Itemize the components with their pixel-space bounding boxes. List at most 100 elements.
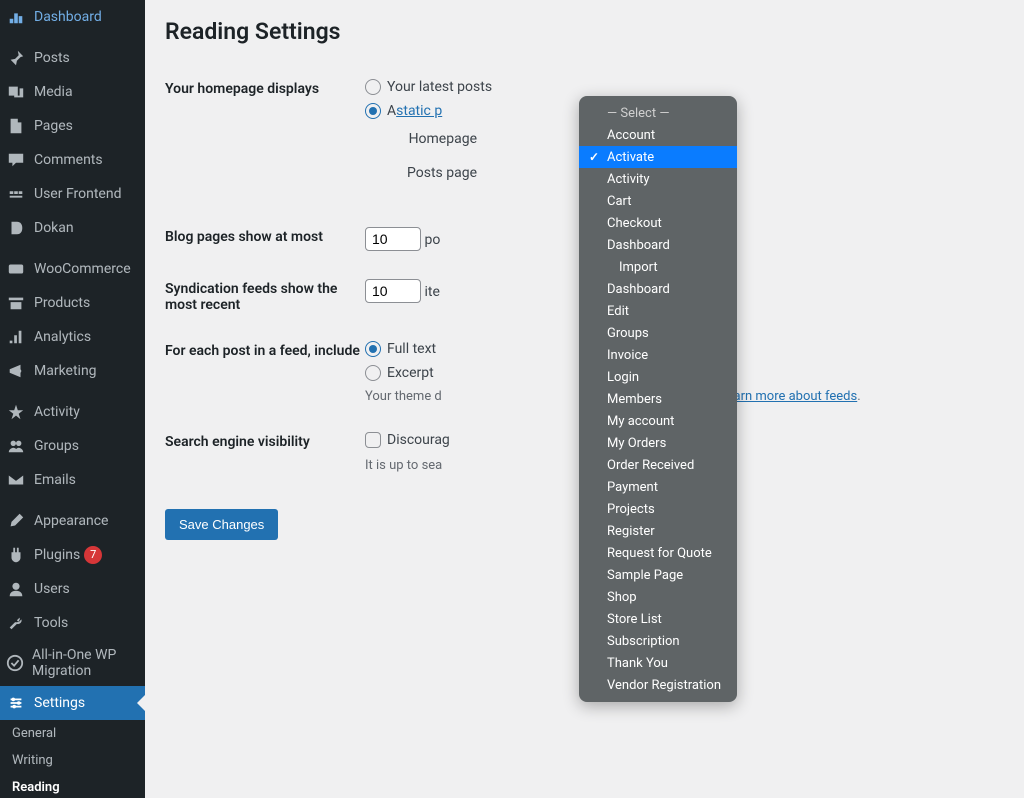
- frontend-icon: [6, 184, 26, 204]
- search-check-prefix: Discourag: [387, 432, 450, 448]
- sidebar-item-tools[interactable]: Tools: [0, 606, 145, 640]
- radio-latest-posts[interactable]: [365, 79, 381, 95]
- syndication-input[interactable]: [365, 279, 421, 303]
- sidebar-item-label: WooCommerce: [34, 261, 131, 277]
- dropdown-option[interactable]: Login: [579, 366, 737, 388]
- dropdown-option[interactable]: Invoice: [579, 344, 737, 366]
- dropdown-option[interactable]: Subscription: [579, 630, 737, 652]
- dropdown-option[interactable]: Shop: [579, 586, 737, 608]
- pin-icon: [6, 48, 26, 68]
- sidebar-item-posts[interactable]: Posts: [0, 41, 145, 75]
- dropdown-option[interactable]: Activate: [579, 146, 737, 168]
- sidebar-item-dashboard[interactable]: Dashboard: [0, 0, 145, 34]
- sidebar-item-label: Dashboard: [34, 9, 102, 25]
- sidebar-item-label: Comments: [34, 152, 103, 168]
- feed-desc-prefix: Your theme d: [365, 389, 442, 404]
- sidebar-item-label: Emails: [34, 472, 76, 488]
- sidebar-item-groups[interactable]: Groups: [0, 429, 145, 463]
- analytics-icon: [6, 327, 26, 347]
- sidebar-item-label: Settings: [34, 695, 85, 711]
- page-select-dropdown[interactable]: — Select —AccountActivateActivityCartChe…: [579, 96, 737, 702]
- radio-excerpt[interactable]: [365, 365, 381, 381]
- dropdown-option[interactable]: My Orders: [579, 432, 737, 454]
- dropdown-option[interactable]: My account: [579, 410, 737, 432]
- save-button[interactable]: Save Changes: [165, 509, 278, 540]
- radio-full-text[interactable]: [365, 341, 381, 357]
- postspage-select-label: Posts page: [387, 165, 477, 181]
- comments-icon: [6, 150, 26, 170]
- syndication-suffix: ite: [424, 284, 439, 300]
- sidebar-item-label: Media: [34, 84, 73, 100]
- appearance-icon: [6, 511, 26, 531]
- sidebar-item-analytics[interactable]: Analytics: [0, 320, 145, 354]
- sidebar-item-label: Tools: [34, 615, 68, 631]
- dropdown-option[interactable]: Projects: [579, 498, 737, 520]
- sidebar-item-products[interactable]: Products: [0, 286, 145, 320]
- dropdown-option[interactable]: Sample Page: [579, 564, 737, 586]
- radio-static-page[interactable]: [365, 103, 381, 119]
- blog-pages-suffix: po: [424, 232, 440, 248]
- sidebar-item-plugins[interactable]: Plugins 7: [0, 538, 145, 572]
- dropdown-option[interactable]: Import: [579, 256, 737, 278]
- dropdown-option[interactable]: Register: [579, 520, 737, 542]
- dropdown-option[interactable]: Dashboard: [579, 278, 737, 300]
- groups-icon: [6, 436, 26, 456]
- search-desc-prefix: It is up to sea: [365, 458, 442, 473]
- blog-pages-label: Blog pages show at most: [165, 227, 365, 245]
- dropdown-option[interactable]: Account: [579, 124, 737, 146]
- radio-static-prefix: A: [387, 103, 396, 119]
- page-title: Reading Settings: [165, 0, 1004, 45]
- main-content: Reading Settings Your homepage displays …: [145, 0, 1024, 798]
- sidebar-item-emails[interactable]: Emails: [0, 463, 145, 497]
- dropdown-option[interactable]: Vendor Registration: [579, 674, 737, 696]
- sidebar-item-media[interactable]: Media: [0, 75, 145, 109]
- sidebar-item-userfrontend[interactable]: User Frontend: [0, 177, 145, 211]
- sidebar-item-label: Analytics: [34, 329, 91, 345]
- dropdown-option[interactable]: Dashboard: [579, 234, 737, 256]
- sidebar-item-activity[interactable]: Activity: [0, 395, 145, 429]
- sidebar-item-pages[interactable]: Pages: [0, 109, 145, 143]
- settings-icon: [6, 693, 26, 713]
- sidebar-item-migration[interactable]: All-in-One WP Migration: [0, 640, 145, 686]
- dropdown-option[interactable]: Cart: [579, 190, 737, 212]
- products-icon: [6, 293, 26, 313]
- dropdown-option[interactable]: Payment: [579, 476, 737, 498]
- migration-icon: [6, 653, 24, 673]
- sidebar-item-label: All-in-One WP Migration: [32, 647, 145, 679]
- sidebar-item-label: Groups: [34, 438, 79, 454]
- dropdown-option[interactable]: Activity: [579, 168, 737, 190]
- sidebar-item-label: Pages: [34, 118, 73, 134]
- blog-pages-input[interactable]: [365, 227, 421, 251]
- search-visibility-checkbox[interactable]: [365, 432, 381, 448]
- dropdown-option[interactable]: Edit: [579, 300, 737, 322]
- emails-icon: [6, 470, 26, 490]
- dropdown-option[interactable]: — Select —: [579, 102, 737, 124]
- sidebar-item-marketing[interactable]: Marketing: [0, 354, 145, 388]
- learn-feeds-link[interactable]: Learn more about feeds: [720, 389, 858, 404]
- dropdown-option[interactable]: Checkout: [579, 212, 737, 234]
- dropdown-option[interactable]: Groups: [579, 322, 737, 344]
- homepage-select-label: Homepage: [387, 131, 477, 147]
- dropdown-option[interactable]: Thank You: [579, 652, 737, 674]
- dropdown-option[interactable]: Request for Quote: [579, 542, 737, 564]
- sidebar-sub-writing[interactable]: Writing: [0, 747, 145, 774]
- sidebar-item-users[interactable]: Users: [0, 572, 145, 606]
- sidebar-sub-general[interactable]: General: [0, 720, 145, 747]
- sidebar-item-settings[interactable]: Settings: [0, 686, 145, 720]
- pages-icon: [6, 116, 26, 136]
- sidebar-item-appearance[interactable]: Appearance: [0, 504, 145, 538]
- sidebar-item-label: Activity: [34, 404, 80, 420]
- feed-include-label: For each post in a feed, include: [165, 341, 365, 359]
- sidebar-item-label: Marketing: [34, 363, 97, 379]
- activity-icon: [6, 402, 26, 422]
- sidebar-item-label: User Frontend: [34, 186, 121, 202]
- sidebar-item-comments[interactable]: Comments: [0, 143, 145, 177]
- sidebar-item-woocommerce[interactable]: WooCommerce: [0, 252, 145, 286]
- dropdown-option[interactable]: Store List: [579, 608, 737, 630]
- sidebar-item-dokan[interactable]: Dokan: [0, 211, 145, 245]
- static-page-link[interactable]: static p: [396, 103, 442, 119]
- dropdown-option[interactable]: Members: [579, 388, 737, 410]
- sidebar-item-label: Appearance: [34, 513, 108, 529]
- dropdown-option[interactable]: Order Received: [579, 454, 737, 476]
- sidebar-sub-reading[interactable]: Reading: [0, 774, 145, 798]
